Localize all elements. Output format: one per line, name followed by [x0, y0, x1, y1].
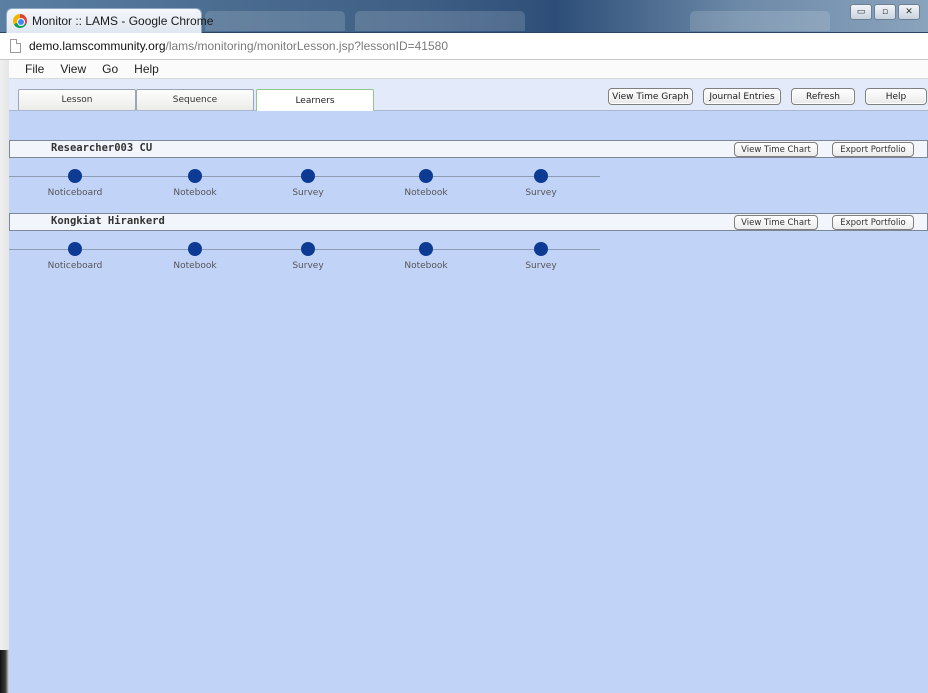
activity-node[interactable]: Noticeboard [30, 167, 120, 198]
activity-dot-icon[interactable] [301, 169, 315, 183]
address-bar[interactable]: demo.lamscommunity.org/lams/monitoring/m… [0, 33, 928, 60]
activity-label: Survey [292, 261, 324, 271]
activity-label: Survey [525, 261, 557, 271]
window-controls: ▭ ▫ ✕ [850, 4, 920, 20]
activity-label: Noticeboard [47, 261, 103, 271]
learner-header: Kongkiat Hirankerd View Time Chart Expor… [9, 213, 928, 231]
url-text[interactable]: demo.lamscommunity.org/lams/monitoring/m… [29, 39, 448, 53]
activity-label: Notebook [404, 188, 448, 198]
export-portfolio-button[interactable]: Export Portfolio [832, 142, 914, 157]
help-button[interactable]: Help [865, 88, 927, 105]
activity-label: Survey [525, 188, 557, 198]
activity-label: Survey [292, 188, 324, 198]
tab-title: Monitor :: LAMS - Google Chrome [32, 14, 214, 28]
activity-node[interactable]: Notebook [381, 240, 471, 271]
activity-node[interactable]: Survey [263, 240, 353, 271]
activity-label: Notebook [173, 188, 217, 198]
refresh-button[interactable]: Refresh [791, 88, 855, 105]
export-portfolio-button[interactable]: Export Portfolio [832, 215, 914, 230]
activity-label: Noticeboard [47, 188, 103, 198]
menu-view[interactable]: View [52, 62, 94, 76]
background-tab[interactable] [205, 11, 345, 31]
menu-go[interactable]: Go [94, 62, 126, 76]
activity-dot-icon[interactable] [419, 169, 433, 183]
activity-label: Notebook [404, 261, 448, 271]
tab-sequence[interactable]: Sequence [136, 89, 254, 110]
background-tab[interactable] [355, 11, 525, 31]
page-icon [10, 39, 21, 53]
activity-dot-icon[interactable] [301, 242, 315, 256]
activity-node[interactable]: Noticeboard [30, 240, 120, 271]
url-domain: demo.lamscommunity.org [29, 39, 166, 53]
view-time-chart-button[interactable]: View Time Chart [734, 215, 818, 230]
learner-progress-row: Noticeboard Notebook Survey Notebook Sur… [9, 240, 609, 276]
learner-header: Researcher003 CU View Time Chart Export … [9, 140, 928, 158]
activity-node[interactable]: Notebook [381, 167, 471, 198]
menu-help[interactable]: Help [126, 62, 167, 76]
view-time-graph-button[interactable]: View Time Graph [608, 88, 693, 105]
learner-name: Kongkiat Hirankerd [51, 215, 165, 227]
activity-node[interactable]: Survey [496, 167, 586, 198]
menu-bar: File View Go Help [9, 60, 928, 79]
menu-file[interactable]: File [17, 62, 52, 76]
activity-dot-icon[interactable] [534, 169, 548, 183]
background-tab[interactable] [690, 11, 830, 31]
close-button[interactable]: ✕ [898, 4, 920, 20]
journal-entries-button[interactable]: Journal Entries [703, 88, 781, 105]
activity-node[interactable]: Notebook [150, 167, 240, 198]
activity-dot-icon[interactable] [68, 242, 82, 256]
window-left-edge [0, 60, 9, 660]
activity-dot-icon[interactable] [188, 169, 202, 183]
activity-node[interactable]: Survey [263, 167, 353, 198]
activity-dot-icon[interactable] [419, 242, 433, 256]
chrome-logo-icon [13, 14, 27, 28]
activity-node[interactable]: Survey [496, 240, 586, 271]
monitor-tabstrip: Lesson Sequence Learners View Time Graph… [9, 79, 928, 111]
activity-dot-icon[interactable] [188, 242, 202, 256]
tab-learners[interactable]: Learners [256, 89, 374, 111]
url-path: /lams/monitoring/monitorLesson.jsp?lesso… [165, 39, 449, 53]
learner-progress-row: Noticeboard Notebook Survey Notebook Sur… [9, 167, 609, 203]
browser-tab-active[interactable]: Monitor :: LAMS - Google Chrome [6, 8, 213, 33]
minimize-button[interactable]: ▭ [850, 4, 872, 20]
activity-label: Notebook [173, 261, 217, 271]
activity-node[interactable]: Notebook [150, 240, 240, 271]
lams-monitor-app: File View Go Help Lesson Sequence Learne… [9, 60, 928, 693]
maximize-button[interactable]: ▫ [874, 4, 896, 20]
learner-name: Researcher003 CU [51, 142, 153, 154]
activity-dot-icon[interactable] [68, 169, 82, 183]
activity-dot-icon[interactable] [534, 242, 548, 256]
view-time-chart-button[interactable]: View Time Chart [734, 142, 818, 157]
browser-title-bar: Monitor :: LAMS - Google Chrome ▭ ▫ ✕ [0, 0, 928, 33]
tab-lesson[interactable]: Lesson [18, 89, 136, 110]
window-left-edge-shadow [0, 650, 9, 693]
